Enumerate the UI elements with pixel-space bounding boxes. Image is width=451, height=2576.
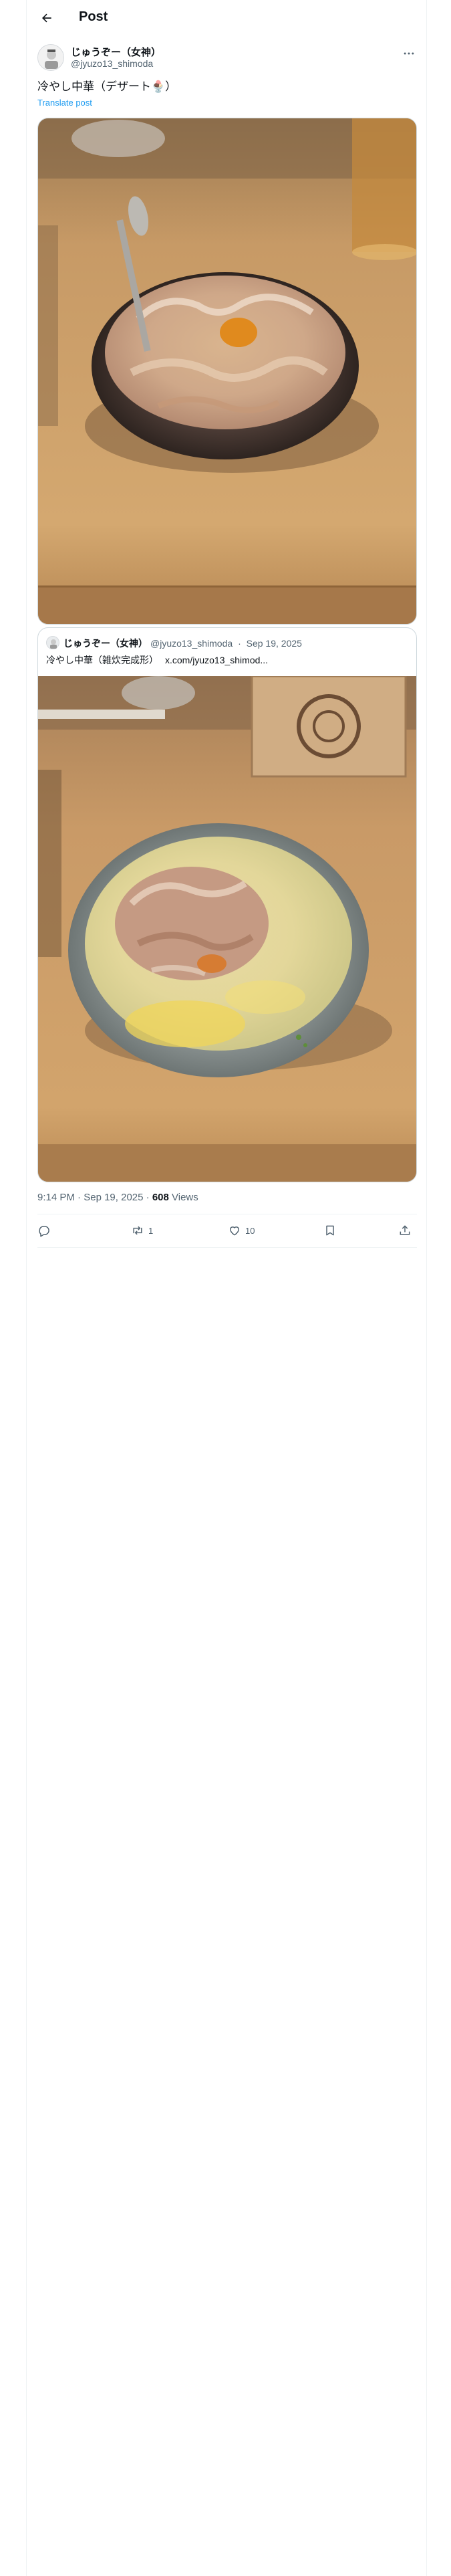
quoted-text: 冷やし中華（雑炊完成形） x.com/jyuzo13_shimod... bbox=[46, 653, 268, 667]
like-count: 10 bbox=[245, 1225, 255, 1236]
heart-icon bbox=[230, 1226, 239, 1236]
arrow-left-icon bbox=[42, 13, 51, 23]
quoted-separator: · bbox=[238, 638, 241, 649]
quoted-header: じゅうぞー（女神） @jyuzo13_shimoda · Sep 19, 2025 bbox=[63, 637, 302, 650]
page-title: Post bbox=[79, 9, 108, 24]
bookmark-button[interactable] bbox=[323, 1222, 337, 1239]
meta-separator: · bbox=[78, 1192, 82, 1203]
share-button[interactable] bbox=[398, 1222, 412, 1239]
author-name[interactable]: じゅうぞー（女神） bbox=[71, 45, 161, 59]
post-column: Post じゅうぞー（女神） @jyuzo13_shimoda 冷やし中華（デザ… bbox=[26, 0, 427, 2576]
meta-separator: · bbox=[146, 1192, 150, 1203]
views-label: Views bbox=[172, 1192, 198, 1203]
quoted-date: Sep 19, 2025 bbox=[246, 638, 302, 649]
food-photo bbox=[38, 118, 416, 624]
reply-button[interactable] bbox=[37, 1222, 55, 1239]
back-button[interactable] bbox=[37, 9, 56, 27]
quoted-image[interactable] bbox=[38, 675, 416, 1182]
quoted-post[interactable]: じゅうぞー（女神） @jyuzo13_shimoda · Sep 19, 2025… bbox=[37, 627, 417, 1182]
repost-count: 1 bbox=[148, 1225, 154, 1236]
author-handle[interactable]: @jyuzo13_shimoda bbox=[71, 58, 153, 69]
post-date[interactable]: Sep 19, 2025 bbox=[84, 1192, 143, 1203]
quoted-author-name: じゅうぞー（女神） bbox=[63, 638, 148, 649]
quoted-author-handle: @jyuzo13_shimoda bbox=[150, 638, 233, 649]
action-bar: 1 10 bbox=[37, 1217, 417, 1244]
top-bar: Post bbox=[27, 0, 428, 35]
post-text: 冷やし中華（デザート🍨） bbox=[37, 80, 177, 93]
post-image[interactable] bbox=[37, 118, 417, 625]
reply-icon bbox=[39, 1226, 49, 1237]
avatar[interactable] bbox=[37, 44, 64, 71]
translate-post-link[interactable]: Translate post bbox=[37, 98, 92, 108]
more-horizontal-icon bbox=[404, 52, 414, 55]
post-meta: 9:14 PM · Sep 19, 2025 · 608 Views bbox=[37, 1192, 198, 1203]
like-button[interactable]: 10 bbox=[228, 1222, 255, 1239]
food-photo bbox=[38, 675, 416, 1182]
repost-icon bbox=[133, 1226, 142, 1235]
quoted-link[interactable]: x.com/jyuzo13_shimod... bbox=[165, 655, 268, 665]
bookmark-icon bbox=[326, 1225, 334, 1236]
views-count: 608 bbox=[152, 1192, 169, 1203]
avatar-image bbox=[38, 45, 63, 70]
quoted-text-body: 冷やし中華（雑炊完成形） bbox=[46, 655, 158, 665]
share-icon bbox=[400, 1225, 410, 1235]
quoted-avatar bbox=[46, 636, 59, 649]
post-time[interactable]: 9:14 PM bbox=[37, 1192, 75, 1203]
divider bbox=[37, 1247, 417, 1248]
repost-button[interactable]: 1 bbox=[131, 1222, 153, 1239]
more-button[interactable] bbox=[401, 45, 417, 62]
